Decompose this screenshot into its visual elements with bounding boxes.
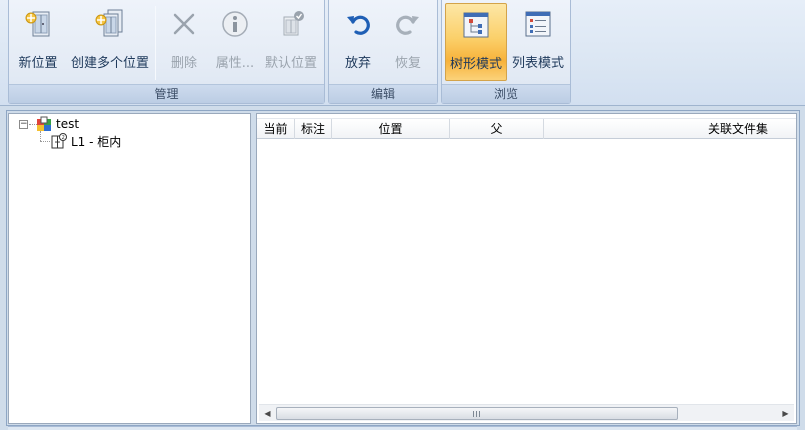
- properties-label: 属性...: [215, 56, 255, 71]
- group-edit: 放弃 恢复 编辑: [328, 0, 438, 104]
- location-list[interactable]: 当前 标注 位置 父 关联文件集 ◀ ▶: [256, 113, 797, 424]
- create-multiple-locations-icon: [93, 6, 127, 42]
- create-multiple-locations-button[interactable]: 创建多个位置: [65, 3, 155, 81]
- create-multiple-locations-label: 创建多个位置: [70, 56, 149, 71]
- default-location-label: 默认位置: [264, 56, 317, 71]
- scrollbar-grip-icon: [473, 411, 481, 417]
- svg-text:2: 2: [62, 135, 65, 141]
- list-mode-icon: [521, 6, 555, 42]
- tree-mode-label: 树形模式: [449, 57, 502, 72]
- tree-node-root-label: test: [56, 117, 80, 131]
- group-label-browse: 浏览: [442, 84, 570, 103]
- list-mode-label: 列表模式: [511, 56, 564, 71]
- tree-node-child-label: L1 - 柜内: [71, 134, 122, 149]
- location-tree[interactable]: − test 2 L1 - 柜内: [8, 113, 251, 424]
- root-location-icon: [36, 116, 52, 132]
- column-header-label[interactable]: 标注: [295, 119, 332, 139]
- group-label-manage: 管理: [9, 84, 324, 103]
- ribbon: 新位置 创建多个位置 删除 属性... 默认位置 管理 放弃 恢复 编辑 树形模…: [0, 0, 805, 106]
- default-location-button[interactable]: 默认位置: [261, 3, 321, 81]
- column-header-associated-filesets[interactable]: 关联文件集: [544, 119, 796, 139]
- info-icon: [218, 6, 252, 42]
- restore-label: 恢复: [394, 56, 421, 71]
- collapse-icon[interactable]: −: [19, 119, 28, 129]
- default-location-icon: [274, 6, 308, 42]
- group-manage: 新位置 创建多个位置 删除 属性... 默认位置 管理: [8, 0, 325, 104]
- tree-node-root[interactable]: − test: [19, 116, 79, 132]
- restore-button[interactable]: 恢复: [387, 3, 429, 81]
- column-header-location[interactable]: 位置: [332, 119, 450, 139]
- undo-icon: [341, 6, 375, 42]
- discard-label: 放弃: [344, 56, 371, 71]
- column-header-current[interactable]: 当前: [257, 119, 295, 139]
- group-browse: 树形模式 列表模式 浏览: [441, 0, 571, 104]
- new-location-icon: [21, 6, 55, 42]
- delete-button[interactable]: 删除: [165, 3, 203, 81]
- ribbon-separator: [155, 6, 156, 80]
- new-location-label: 新位置: [18, 56, 58, 71]
- discard-button[interactable]: 放弃: [337, 3, 379, 81]
- tree-node-child[interactable]: 2 L1 - 柜内: [51, 133, 121, 149]
- column-header-parent[interactable]: 父: [450, 119, 544, 139]
- status-strip: [8, 426, 797, 430]
- tree-mode-icon: [459, 7, 493, 43]
- properties-button[interactable]: 属性...: [213, 3, 257, 81]
- tree-mode-button[interactable]: 树形模式: [445, 3, 507, 81]
- horizontal-scrollbar[interactable]: ◀ ▶: [259, 404, 794, 421]
- scroll-left-arrow-icon[interactable]: ◀: [260, 406, 275, 421]
- tree-connector: [40, 131, 41, 141]
- tree-connector: [40, 141, 50, 142]
- list-mode-button[interactable]: 列表模式: [508, 3, 568, 81]
- cabinet-icon: 2: [51, 133, 67, 149]
- scroll-right-arrow-icon[interactable]: ▶: [778, 406, 793, 421]
- delete-label: 删除: [170, 56, 197, 71]
- new-location-button[interactable]: 新位置: [15, 3, 61, 81]
- redo-icon: [391, 6, 425, 42]
- group-label-edit: 编辑: [329, 84, 437, 103]
- list-header: 当前 标注 位置 父 关联文件集: [257, 118, 796, 139]
- delete-x-icon: [167, 6, 201, 42]
- scrollbar-thumb[interactable]: [276, 407, 678, 420]
